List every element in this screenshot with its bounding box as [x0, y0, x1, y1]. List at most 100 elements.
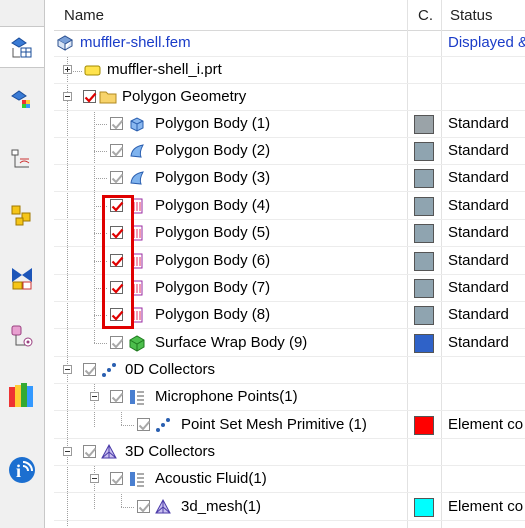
polygon-face-icon — [130, 144, 144, 158]
tree-label: Polygon Body (4) — [155, 197, 271, 214]
resource-bar: i — [0, 0, 45, 528]
tree-row-polygon-body[interactable]: Polygon Body (1) Standard — [54, 111, 525, 138]
color-swatch[interactable] — [414, 279, 434, 298]
part-icon — [84, 65, 101, 76]
color-swatch[interactable] — [414, 115, 434, 134]
tree-row-idealized-part[interactable]: muffler-shell_i.prt — [54, 57, 525, 84]
tree-label: Polygon Geometry — [122, 88, 247, 105]
tree-label: Polygon Body (2) — [155, 142, 271, 159]
color-swatch[interactable] — [414, 142, 434, 161]
visibility-checkbox[interactable] — [110, 336, 124, 349]
visibility-checkbox[interactable] — [137, 500, 151, 513]
status-column-header[interactable]: Status — [450, 0, 493, 30]
color-swatch[interactable] — [414, 252, 434, 271]
color-swatch[interactable] — [414, 224, 434, 243]
simulation-navigator-tree: Name C. Status muffler-shell.fem Display… — [54, 0, 525, 528]
name-column-header[interactable]: Name — [64, 0, 104, 30]
tree-label: Polygon Body (1) — [155, 115, 271, 132]
tree-status: Standard — [448, 279, 509, 296]
color-swatch[interactable] — [414, 498, 434, 517]
collapse-toggle[interactable] — [63, 92, 72, 101]
color-swatch[interactable] — [414, 334, 434, 353]
0d-collector-icon — [102, 363, 116, 377]
tree-label: Polygon Body (6) — [155, 252, 271, 269]
color-swatch[interactable] — [414, 197, 434, 216]
tree-label: Point Set Mesh Primitive (1) — [181, 416, 367, 433]
svg-text:i: i — [16, 461, 21, 481]
mesh-collector-icon — [130, 390, 144, 405]
tree-status: Standard — [448, 252, 509, 269]
collapse-toggle[interactable] — [63, 447, 72, 456]
visibility-checkbox[interactable] — [110, 390, 124, 403]
tree-label: Surface Wrap Body (9) — [155, 334, 308, 351]
tree-row-surface-wrap-body[interactable]: Surface Wrap Body (9) Standard — [54, 330, 525, 357]
visibility-checkbox[interactable] — [110, 117, 124, 130]
folder-icon — [99, 91, 117, 104]
collapse-toggle[interactable] — [90, 392, 99, 401]
constraints-icon[interactable] — [4, 258, 40, 298]
tree-label: 3D Collectors — [125, 443, 216, 460]
tree-row-3d-mesh[interactable]: 3d_mesh(1) Element co — [54, 494, 525, 521]
visibility-checkbox[interactable] — [110, 472, 124, 485]
assembly-navigator-icon[interactable] — [4, 316, 40, 356]
simulation-navigator-icon[interactable] — [0, 26, 44, 68]
tree-label: 3d_mesh(1) — [181, 498, 262, 515]
tree-status: Standard — [448, 197, 509, 214]
tree-status: Standard — [448, 169, 509, 186]
tree-label: muffler-shell.fem — [80, 34, 191, 51]
fem-file-icon — [56, 35, 74, 51]
visibility-checkbox[interactable] — [83, 90, 97, 103]
visibility-checkbox[interactable] — [110, 171, 124, 184]
tree-label: muffler-shell_i.prt — [107, 61, 222, 78]
tree-row-acoustic-fluid[interactable]: Acoustic Fluid(1) — [54, 466, 525, 493]
tree-status: Standard — [448, 306, 509, 323]
3d-collector-icon — [101, 443, 117, 459]
tree-row-polygon-body[interactable]: Polygon Body (2) Standard — [54, 138, 525, 165]
help-icon[interactable]: i — [4, 450, 40, 490]
expand-toggle[interactable] — [63, 65, 72, 74]
tree-row-polygon-geometry[interactable]: Polygon Geometry — [54, 84, 525, 111]
visibility-checkbox[interactable] — [83, 445, 97, 458]
surface-wrap-icon — [129, 335, 145, 352]
polygon-body-icon — [130, 117, 144, 132]
color-column-header[interactable]: C. — [418, 0, 433, 30]
column-header: Name C. Status — [54, 0, 525, 31]
visibility-checkbox[interactable] — [137, 418, 151, 431]
simulation-file-view-icon[interactable] — [4, 80, 40, 120]
tree-status: Element co — [448, 416, 524, 433]
tree-status: Standard — [448, 115, 509, 132]
collapse-toggle[interactable] — [90, 474, 99, 483]
tree-label: Microphone Points(1) — [155, 388, 298, 405]
tree-status: Standard — [448, 334, 509, 351]
color-swatch[interactable] — [414, 416, 434, 435]
polygon-face-icon — [130, 171, 144, 185]
tree-row-3d-collectors[interactable]: 3D Collectors — [54, 439, 525, 466]
visibility-checkbox[interactable] — [83, 363, 97, 376]
tree-label: Polygon Body (3) — [155, 169, 271, 186]
tree-row-0d-collectors[interactable]: 0D Collectors — [54, 357, 525, 384]
tree-status: Standard — [448, 224, 509, 241]
tree-label: Polygon Body (8) — [155, 306, 271, 323]
3d-mesh-icon — [155, 498, 171, 514]
part-navigator-icon[interactable] — [4, 196, 40, 236]
highlight-annotation-box — [102, 195, 134, 329]
collapse-toggle[interactable] — [63, 365, 72, 374]
tree-label: Polygon Body (7) — [155, 279, 271, 296]
color-swatch[interactable] — [414, 169, 434, 188]
tree-row-fem[interactable]: muffler-shell.fem Displayed & — [54, 30, 525, 57]
mesh-collector-icon — [130, 472, 144, 487]
tree-label: 0D Collectors — [125, 361, 216, 378]
history-icon[interactable] — [4, 374, 40, 414]
tree-status: Element co — [448, 498, 524, 515]
roles-icon[interactable] — [4, 140, 40, 180]
tree-row-polygon-body[interactable]: Polygon Body (3) Standard — [54, 165, 525, 192]
tree-row-point-set-mesh[interactable]: Point Set Mesh Primitive (1) Element co — [54, 412, 525, 439]
tree-row-microphone-points[interactable]: Microphone Points(1) — [54, 384, 525, 411]
color-swatch[interactable] — [414, 306, 434, 325]
point-mesh-icon — [156, 418, 170, 432]
tree-status: Standard — [448, 142, 509, 159]
visibility-checkbox[interactable] — [110, 144, 124, 157]
tree-status: Displayed & — [448, 34, 525, 51]
tree-label: Acoustic Fluid(1) — [155, 470, 267, 487]
tree-label: Polygon Body (5) — [155, 224, 271, 241]
